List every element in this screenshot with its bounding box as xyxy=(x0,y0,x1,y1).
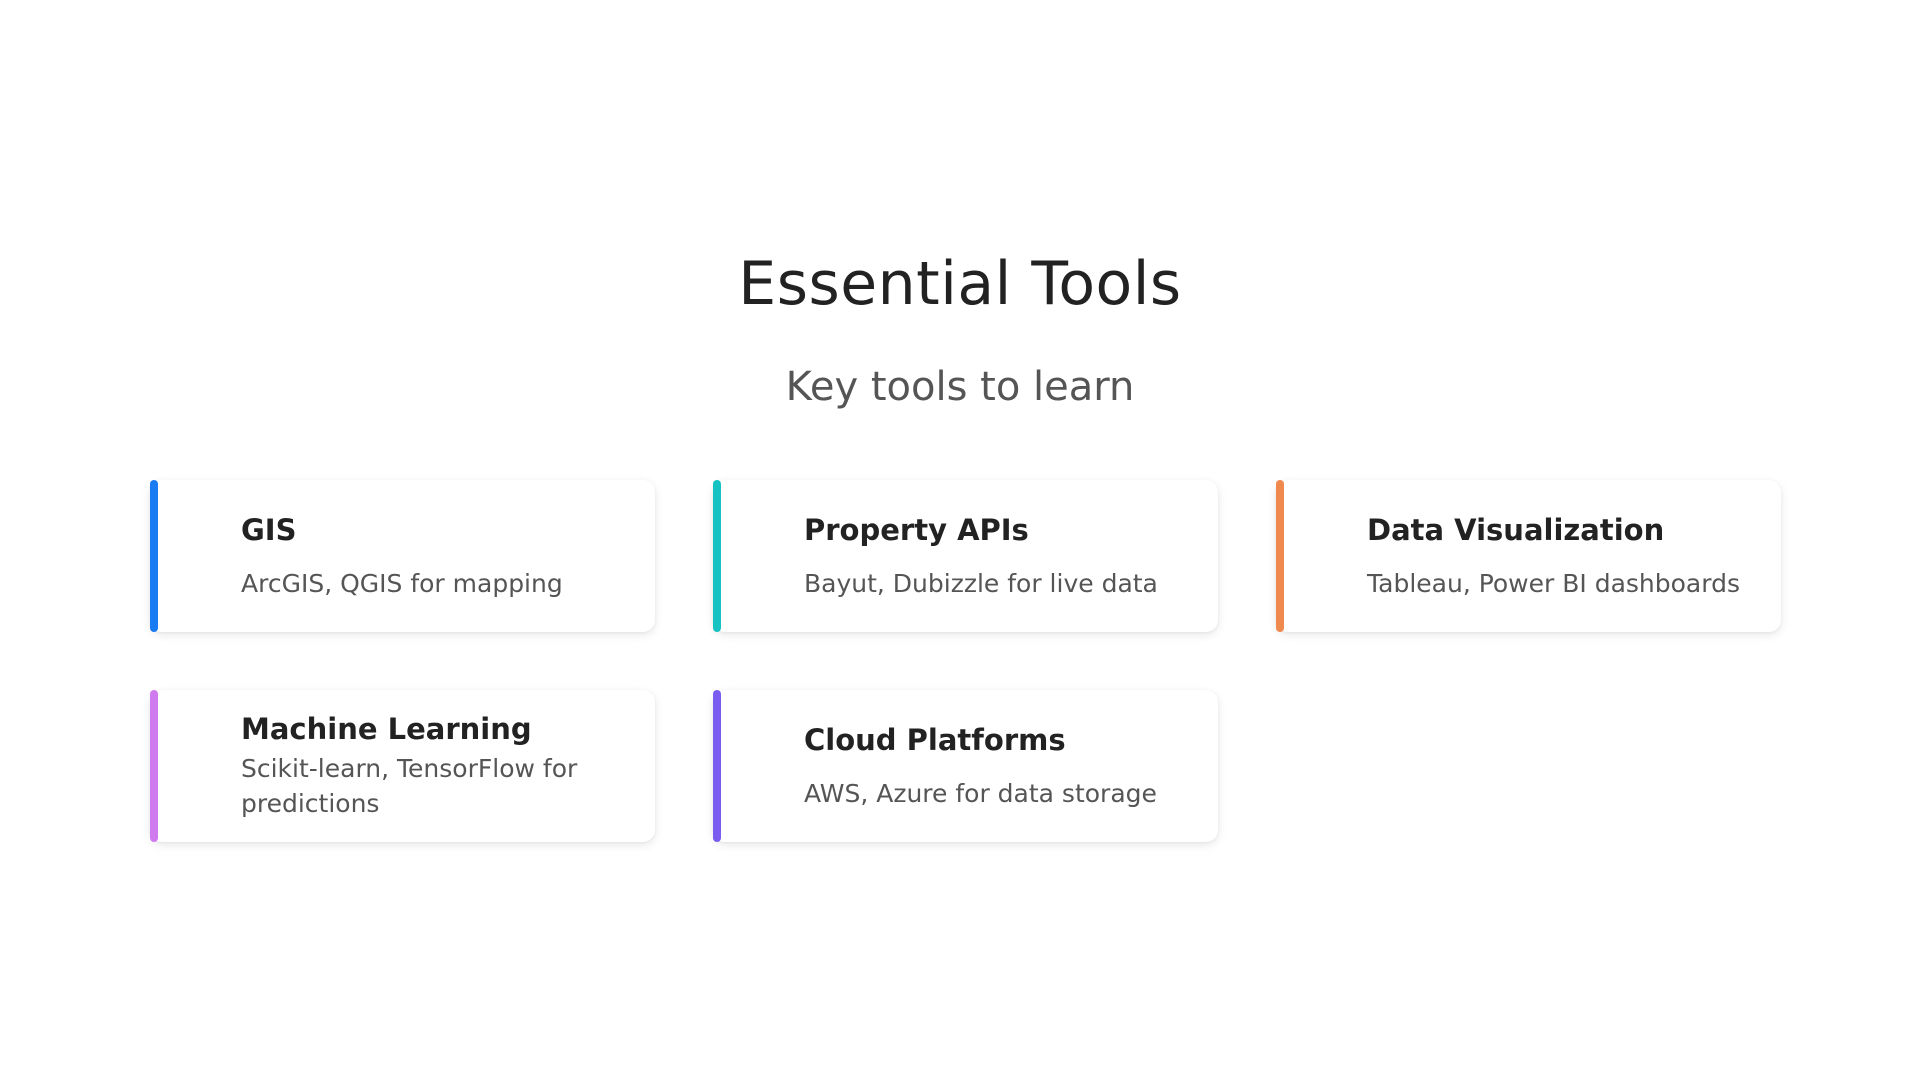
card-title: Machine Learning xyxy=(241,712,532,746)
card-accent-bar xyxy=(150,480,158,632)
card-description: ArcGIS, QGIS for mapping xyxy=(241,568,563,598)
page-subtitle: Key tools to learn xyxy=(785,364,1135,410)
card-title: Property APIs xyxy=(804,512,1029,547)
card-title: Cloud Platforms xyxy=(804,722,1066,757)
tool-card-cloud-platforms: Cloud Platforms AWS, Azure for data stor… xyxy=(713,690,1218,842)
tools-grid: GIS ArcGIS, QGIS for mapping Property AP… xyxy=(150,480,1782,842)
card-description: Scikit-learn, TensorFlow for predictions xyxy=(241,754,578,818)
card-accent-bar xyxy=(713,690,721,842)
tool-card-data-visualization: Data Visualization Tableau, Power BI das… xyxy=(1276,480,1781,632)
page-title: Essential Tools xyxy=(738,249,1182,319)
card-title: GIS xyxy=(241,512,297,547)
tool-card-property-apis: Property APIs Bayut, Dubizzle for live d… xyxy=(713,480,1218,632)
card-description: Tableau, Power BI dashboards xyxy=(1367,568,1740,598)
card-accent-bar xyxy=(150,690,158,842)
tool-card-machine-learning: Machine Learning Scikit-learn, TensorFlo… xyxy=(150,690,655,842)
card-accent-bar xyxy=(1276,480,1284,632)
card-accent-bar xyxy=(713,480,721,632)
card-description: Bayut, Dubizzle for live data xyxy=(804,568,1158,598)
tool-card-gis: GIS ArcGIS, QGIS for mapping xyxy=(150,480,655,632)
card-title: Data Visualization xyxy=(1367,512,1665,547)
card-description: AWS, Azure for data storage xyxy=(804,778,1157,808)
